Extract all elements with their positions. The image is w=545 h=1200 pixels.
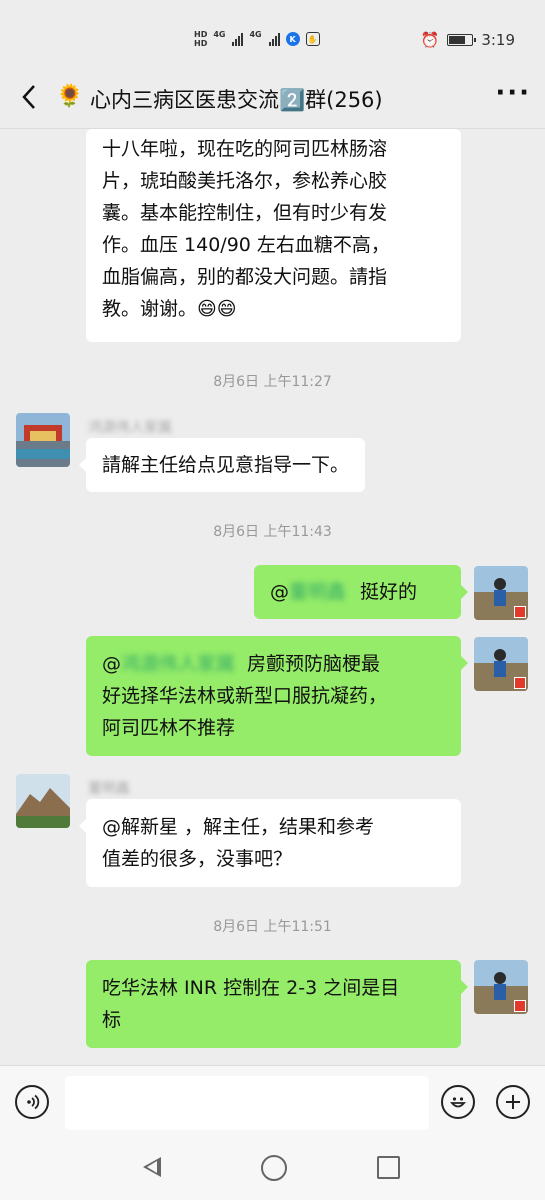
message-line: 标 bbox=[102, 1009, 122, 1031]
message-input[interactable] bbox=[65, 1076, 429, 1130]
chevron-left-icon bbox=[22, 85, 35, 109]
plus-button[interactable] bbox=[496, 1085, 530, 1119]
message-bubble[interactable]: 吃华法林 INR 控制在 2-3 之间是目 标 bbox=[86, 960, 468, 1048]
plus-icon bbox=[506, 1095, 520, 1109]
emoji-icon bbox=[450, 1097, 466, 1108]
avatar-image bbox=[16, 774, 70, 828]
message-line: 阿司匹林不推荐 bbox=[102, 717, 236, 739]
app-notification-icon: ✋ bbox=[305, 32, 320, 46]
avatar-image bbox=[474, 960, 528, 1014]
avatar-image bbox=[16, 413, 70, 467]
message-line: 十八年啦，现在吃的阿司匹林肠溶 bbox=[102, 138, 388, 160]
timestamp: 8月6日 上午11:27 bbox=[213, 374, 332, 390]
mention-at: @ bbox=[102, 653, 121, 675]
network-type-1: 4G bbox=[213, 30, 226, 39]
mention-at: @ bbox=[270, 581, 289, 603]
message-line: 值差的很多，没事吧？ bbox=[102, 848, 293, 870]
message-line: 血脂偏高，别的都没大问题。請指 bbox=[102, 266, 388, 288]
message-text: 挺好的 bbox=[360, 581, 418, 603]
message-text: 房颤预防脑梗最 bbox=[247, 653, 381, 675]
network-type-2: 4G bbox=[249, 30, 262, 39]
avatar-image bbox=[474, 566, 528, 620]
nav-back-icon[interactable] bbox=[143, 1157, 161, 1177]
avatar[interactable] bbox=[16, 413, 70, 467]
battery-icon bbox=[447, 34, 477, 46]
avatar-image bbox=[474, 637, 528, 691]
message-line: 吃华法林 INR 控制在 2-3 之间是目 bbox=[102, 977, 400, 999]
voice-icon bbox=[27, 1094, 40, 1110]
my-avatar[interactable] bbox=[474, 960, 528, 1014]
battery-level bbox=[449, 36, 466, 44]
my-avatar[interactable] bbox=[474, 566, 528, 620]
timestamp: 8月6日 上午11:43 bbox=[213, 524, 332, 540]
my-avatar[interactable] bbox=[474, 637, 528, 691]
message-bubble[interactable]: 十八年啦，现在吃的阿司匹林肠溶 片，琥珀酸美托洛尔，参松养心胶 囊。基本能控制住… bbox=[86, 129, 461, 342]
avatar[interactable] bbox=[16, 774, 70, 828]
more-button[interactable]: ··· bbox=[495, 78, 531, 108]
chat-header: 🌻 心内三病区医患交流2️⃣群(256) ··· bbox=[0, 72, 545, 126]
message-bubble[interactable]: @董明鑫 挺好的 bbox=[254, 565, 468, 619]
message-line: 好选择华法林或新型口服抗凝药， bbox=[102, 685, 388, 707]
signal-icon bbox=[268, 32, 280, 46]
sunflower-emoji: 🌻 bbox=[56, 84, 84, 109]
group-title: 心内三病区医患交流2️⃣群(256) bbox=[90, 88, 383, 112]
status-bar: HD HD 4G 4G K ✋ ⏰ 3:19 bbox=[0, 0, 545, 80]
message-text: 請解主任给点见意指导一下。 bbox=[102, 454, 350, 476]
message-line: 教。谢谢。😄😄 bbox=[102, 298, 237, 320]
hd-indicator: HD HD bbox=[194, 30, 208, 48]
message-bubble[interactable]: @鸿源伟人家属 房颤预防脑梗最 好选择华法林或新型口服抗凝药， 阿司匹林不推荐 bbox=[86, 636, 468, 756]
message-line: @解新星 ，解主任，结果和参考 bbox=[102, 816, 375, 838]
status-right: ⏰ 3:19 bbox=[421, 31, 515, 49]
signal-icon bbox=[232, 32, 244, 46]
chat-messages[interactable]: 十八年啦，现在吃的阿司匹林肠溶 片，琥珀酸美托洛尔，参松养心胶 囊。基本能控制住… bbox=[0, 129, 545, 1065]
message-line: 囊。基本能控制住，但有时少有发 bbox=[102, 202, 388, 224]
mention-name[interactable]: 董明鑫 bbox=[289, 581, 346, 603]
message-line: 作。血压 140/90 左右血糖不高， bbox=[102, 234, 390, 256]
sender-name: 董明鑫 bbox=[88, 781, 130, 797]
emoji-button[interactable] bbox=[441, 1085, 475, 1119]
system-nav-bar bbox=[0, 1135, 545, 1200]
message-bubble[interactable]: 請解主任给点见意指导一下。 bbox=[78, 438, 366, 492]
message-line: 片，琥珀酸美托洛尔，参松养心胶 bbox=[102, 170, 388, 192]
input-bar bbox=[0, 1065, 545, 1136]
app-notification-icon: K bbox=[285, 32, 300, 46]
back-button[interactable] bbox=[14, 82, 44, 112]
nav-home-icon[interactable] bbox=[261, 1155, 287, 1181]
nav-recents-icon[interactable] bbox=[377, 1156, 400, 1179]
message-bubble[interactable]: @解新星 ，解主任，结果和参考 值差的很多，没事吧？ bbox=[79, 799, 461, 887]
sender-name: 鸿源伟人家属 bbox=[88, 420, 172, 436]
mention-name[interactable]: 鸿源伟人家属 bbox=[121, 653, 235, 675]
clock: 3:19 bbox=[481, 31, 515, 49]
alarm-icon: ⏰ bbox=[420, 31, 440, 49]
timestamp: 8月6日 上午11:51 bbox=[213, 919, 332, 935]
status-left: HD HD 4G 4G K ✋ bbox=[194, 30, 320, 48]
voice-button[interactable] bbox=[15, 1085, 49, 1119]
